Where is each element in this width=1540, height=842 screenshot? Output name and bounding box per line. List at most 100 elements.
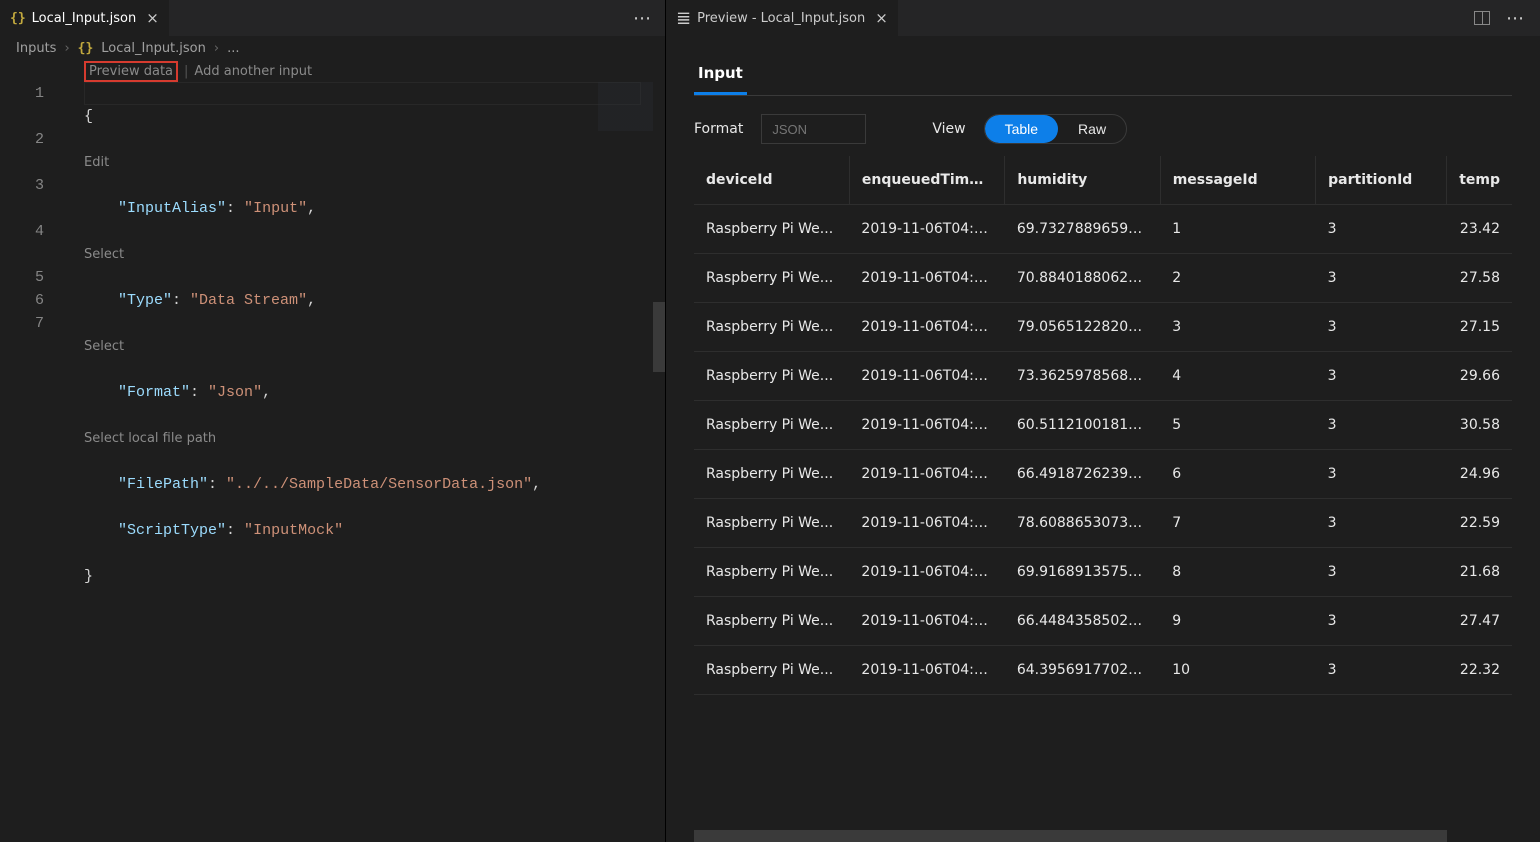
table-row[interactable]: Raspberry Pi We...2019-11-06T04:2...60.5… bbox=[694, 401, 1512, 450]
breadcrumb-file[interactable]: Local_Input.json bbox=[101, 41, 206, 56]
cell-temp: 27.47 bbox=[1447, 597, 1513, 646]
breadcrumb-root[interactable]: Inputs bbox=[16, 41, 56, 56]
cell-enqueued: 2019-11-06T04:2... bbox=[849, 254, 1004, 303]
col-humidity[interactable]: humidity bbox=[1005, 156, 1160, 205]
cell-humidity: 79.0565122820593 bbox=[1005, 303, 1160, 352]
cell-partitionId: 3 bbox=[1316, 597, 1447, 646]
cell-temp: 24.96 bbox=[1447, 450, 1513, 499]
line-gutter: 1 2 3 4 5 6 7 bbox=[0, 82, 60, 335]
code-editor[interactable]: 1 2 3 4 5 6 7 { Edit "InputAlias": "Inpu… bbox=[0, 82, 665, 842]
cell-messageId: 5 bbox=[1160, 401, 1315, 450]
chevron-right-icon: › bbox=[64, 41, 69, 56]
table-row[interactable]: Raspberry Pi We...2019-11-06T04:2...79.0… bbox=[694, 303, 1512, 352]
breadcrumb-tail[interactable]: ... bbox=[227, 41, 239, 56]
col-messageId[interactable]: messageId bbox=[1160, 156, 1315, 205]
col-enqueuedTime[interactable]: enqueuedTime... bbox=[849, 156, 1004, 205]
cell-partitionId: 3 bbox=[1316, 499, 1447, 548]
view-label: View bbox=[932, 121, 965, 137]
cell-temp: 29.66 bbox=[1447, 352, 1513, 401]
cell-enqueued: 2019-11-06T04:2... bbox=[849, 597, 1004, 646]
preview-tab-title: Preview - Local_Input.json bbox=[697, 11, 865, 26]
editor-tab-row: {} Local_Input.json × ⋯ bbox=[0, 0, 665, 36]
format-input[interactable] bbox=[761, 114, 866, 144]
split-editor-icon[interactable] bbox=[1474, 11, 1490, 25]
preview-controls: Format View Table Raw bbox=[694, 114, 1512, 144]
editor-pane: {} Local_Input.json × ⋯ Inputs › {} Loca… bbox=[0, 0, 665, 842]
code-content[interactable]: { Edit "InputAlias": "Input", Select "Ty… bbox=[84, 82, 665, 634]
tab-local-input[interactable]: {} Local_Input.json × bbox=[0, 0, 169, 36]
hint-select-type[interactable]: Select bbox=[84, 243, 665, 266]
cell-temp: 30.58 bbox=[1447, 401, 1513, 450]
more-icon[interactable]: ⋯ bbox=[633, 8, 653, 29]
preview-pane: Preview - Local_Input.json × ⋯ Input For… bbox=[665, 0, 1540, 842]
cell-humidity: 66.49187262399... bbox=[1005, 450, 1160, 499]
cell-temp: 23.42 bbox=[1447, 205, 1513, 254]
table-row[interactable]: Raspberry Pi We...2019-11-06T04:2...78.6… bbox=[694, 499, 1512, 548]
cell-humidity: 60.51121001817... bbox=[1005, 401, 1160, 450]
tab-title: Local_Input.json bbox=[32, 11, 137, 26]
scrollbar-horizontal[interactable] bbox=[694, 830, 1512, 842]
cell-enqueued: 2019-11-06T04:2... bbox=[849, 401, 1004, 450]
close-icon[interactable]: × bbox=[146, 9, 159, 27]
view-table-button[interactable]: Table bbox=[985, 115, 1058, 143]
tab-preview[interactable]: Preview - Local_Input.json × bbox=[666, 0, 898, 36]
cell-enqueued: 2019-11-06T04:2... bbox=[849, 499, 1004, 548]
cell-enqueued: 2019-11-06T04:2... bbox=[849, 450, 1004, 499]
cell-humidity: 69.73278896591... bbox=[1005, 205, 1160, 254]
cell-temp: 27.58 bbox=[1447, 254, 1513, 303]
breadcrumb[interactable]: Inputs › {} Local_Input.json › ... bbox=[0, 36, 665, 60]
hint-edit[interactable]: Edit bbox=[84, 151, 665, 174]
data-grid-wrap: deviceId enqueuedTime... humidity messag… bbox=[694, 156, 1512, 824]
json-file-icon: {} bbox=[10, 11, 26, 26]
table-row[interactable]: Raspberry Pi We...2019-11-06T04:2...69.7… bbox=[694, 205, 1512, 254]
table-row[interactable]: Raspberry Pi We...2019-11-06T04:2...64.3… bbox=[694, 646, 1512, 695]
cell-messageId: 8 bbox=[1160, 548, 1315, 597]
cell-deviceId: Raspberry Pi We... bbox=[694, 450, 849, 499]
cell-messageId: 4 bbox=[1160, 352, 1315, 401]
cell-humidity: 66.4484358502758 bbox=[1005, 597, 1160, 646]
scroll-thumb[interactable] bbox=[694, 830, 1447, 842]
hint-select-format[interactable]: Select bbox=[84, 335, 665, 358]
tab-input[interactable]: Input bbox=[694, 54, 747, 95]
cell-humidity: 64.39569177024... bbox=[1005, 646, 1160, 695]
preview-tab-row: Preview - Local_Input.json × ⋯ bbox=[666, 0, 1540, 36]
data-grid: deviceId enqueuedTime... humidity messag… bbox=[694, 156, 1512, 695]
cell-partitionId: 3 bbox=[1316, 450, 1447, 499]
hint-filepath[interactable]: Select local file path bbox=[84, 427, 665, 450]
preview-inner-tabs: Input bbox=[694, 54, 1512, 96]
col-deviceId[interactable]: deviceId bbox=[694, 156, 849, 205]
scrollbar-vertical[interactable] bbox=[1526, 36, 1540, 842]
preview-data-link[interactable]: Preview data bbox=[84, 61, 178, 82]
table-row[interactable]: Raspberry Pi We...2019-11-06T04:2...66.4… bbox=[694, 450, 1512, 499]
cell-deviceId: Raspberry Pi We... bbox=[694, 352, 849, 401]
cell-deviceId: Raspberry Pi We... bbox=[694, 597, 849, 646]
view-raw-button[interactable]: Raw bbox=[1058, 115, 1126, 143]
more-icon[interactable]: ⋯ bbox=[1506, 8, 1526, 29]
add-input-link[interactable]: Add another input bbox=[194, 64, 312, 79]
cell-partitionId: 3 bbox=[1316, 205, 1447, 254]
cell-messageId: 7 bbox=[1160, 499, 1315, 548]
cell-temp: 21.68 bbox=[1447, 548, 1513, 597]
cell-temp: 22.32 bbox=[1447, 646, 1513, 695]
cell-messageId: 6 bbox=[1160, 450, 1315, 499]
table-row[interactable]: Raspberry Pi We...2019-11-06T04:2...73.3… bbox=[694, 352, 1512, 401]
cell-enqueued: 2019-11-06T04:2... bbox=[849, 646, 1004, 695]
cell-deviceId: Raspberry Pi We... bbox=[694, 548, 849, 597]
cell-humidity: 73.36259785682... bbox=[1005, 352, 1160, 401]
table-row[interactable]: Raspberry Pi We...2019-11-06T04:2...70.8… bbox=[694, 254, 1512, 303]
cell-partitionId: 3 bbox=[1316, 352, 1447, 401]
table-row[interactable]: Raspberry Pi We...2019-11-06T04:2...66.4… bbox=[694, 597, 1512, 646]
close-icon[interactable]: × bbox=[875, 9, 888, 27]
col-temp[interactable]: temp bbox=[1447, 156, 1513, 205]
col-partitionId[interactable]: partitionId bbox=[1316, 156, 1447, 205]
cell-enqueued: 2019-11-06T04:2... bbox=[849, 205, 1004, 254]
chevron-right-icon: › bbox=[214, 41, 219, 56]
cell-partitionId: 3 bbox=[1316, 254, 1447, 303]
cell-partitionId: 3 bbox=[1316, 401, 1447, 450]
cell-partitionId: 3 bbox=[1316, 646, 1447, 695]
cell-deviceId: Raspberry Pi We... bbox=[694, 401, 849, 450]
cell-deviceId: Raspberry Pi We... bbox=[694, 499, 849, 548]
cell-partitionId: 3 bbox=[1316, 303, 1447, 352]
table-row[interactable]: Raspberry Pi We...2019-11-06T04:2...69.9… bbox=[694, 548, 1512, 597]
json-file-icon: {} bbox=[78, 41, 94, 56]
